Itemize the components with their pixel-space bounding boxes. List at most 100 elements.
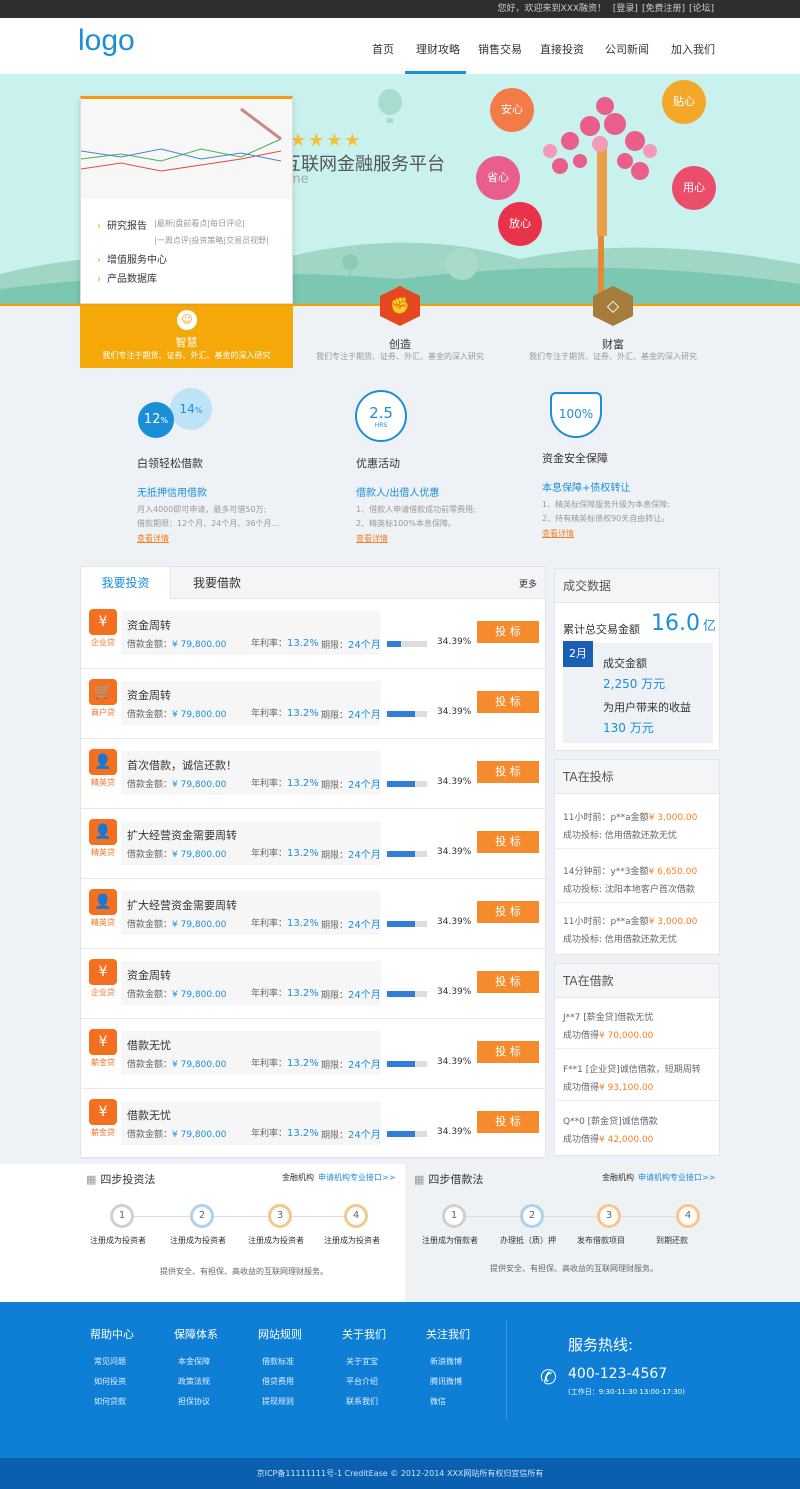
income-value: 130 万元: [603, 721, 654, 735]
invest-step-label: 注册成为投资者: [170, 1236, 226, 1245]
nav-direct-invest[interactable]: 直接投资: [540, 41, 584, 57]
progress-percent: 34.39%: [437, 847, 472, 857]
footer-link[interactable]: 提现规则: [262, 1396, 294, 1407]
loan-name[interactable]: 首次借款，诚信还款！: [127, 757, 237, 773]
borrow-steps-line: [454, 1216, 688, 1217]
footer-link[interactable]: 借款标准: [262, 1356, 294, 1367]
menu-research-report[interactable]: › 研究报告: [97, 217, 147, 232]
nav-finance-guide[interactable]: 理财攻略: [416, 41, 460, 57]
nav-join[interactable]: 加入我们: [671, 41, 715, 57]
footer-link[interactable]: 本金保障: [178, 1356, 210, 1367]
progress-bar: [387, 921, 427, 927]
loan-amount: 借款金额：¥ 79,800.00: [127, 1060, 227, 1070]
bid-button[interactable]: 投 标: [477, 901, 539, 923]
footer-link[interactable]: 担保协议: [178, 1396, 210, 1407]
product-subtitle[interactable]: 借款人/出借人优惠: [356, 484, 439, 499]
feature-desc: 我们专注于期货、证券、外汇、基金的深入研究: [102, 351, 271, 360]
loan-name[interactable]: 资金周转: [127, 617, 171, 633]
footer-link[interactable]: 新浪微博: [430, 1356, 462, 1367]
research-sub-links-2[interactable]: |一周点评|投资策略|交易员视野|: [154, 235, 269, 246]
bid-button[interactable]: 投 标: [477, 691, 539, 713]
clock-badge-icon: 2.5 HRS: [355, 390, 407, 442]
footer-link[interactable]: 借贷费用: [262, 1376, 294, 1387]
loan-rate: 年利率：13.2%: [251, 778, 319, 789]
invest-inst-link[interactable]: 金融机构 申请机构专业接口>>: [282, 1172, 395, 1183]
progress-percent: 34.39%: [437, 917, 472, 927]
forum-link[interactable]: [论坛]: [689, 4, 714, 14]
product-details-link[interactable]: 查看详情: [542, 528, 574, 539]
footer-link[interactable]: 政策法规: [178, 1376, 210, 1387]
menu-product-db[interactable]: › 产品数据库: [97, 270, 157, 285]
loan-row: 🛒 商户贷 资金周转 借款金额：¥ 79,800.00 年利率：13.2% 期限：24个月…: [81, 669, 545, 739]
loan-name[interactable]: 扩大经营资金需要周转: [127, 897, 237, 913]
greeting-text: 您好，欢迎来到XXX融资！: [497, 4, 607, 14]
loan-name[interactable]: 借款无忧: [127, 1037, 171, 1053]
research-sub-links-1[interactable]: |最新|盘前看点|每日评论|: [154, 218, 245, 229]
footer-col-title: 关注我们: [426, 1328, 470, 1341]
invest-tabs: 我要投资 我要借款 更多: [81, 567, 545, 599]
bid-button[interactable]: 投 标: [477, 831, 539, 853]
bid-button[interactable]: 投 标: [477, 1041, 539, 1063]
invest-step-2: 2: [190, 1204, 214, 1228]
footer-link[interactable]: 腾讯微博: [430, 1376, 462, 1387]
progress-percent: 34.39%: [437, 1057, 472, 1067]
footer-link[interactable]: 常见问题: [94, 1356, 126, 1367]
ta-invest-item-desc: 成功投标: 沈阳本地客户首次借款: [563, 885, 695, 895]
loan-term: 期限：24个月: [321, 990, 381, 1001]
person-icon: 👤 精英贷: [87, 889, 119, 931]
footer-link[interactable]: 微信: [430, 1396, 446, 1407]
head-icon: ☺: [177, 310, 197, 330]
footer-link[interactable]: 联系我们: [346, 1396, 378, 1407]
product-title: 白领轻松借款: [137, 457, 203, 470]
register-link[interactable]: [免费注册]: [642, 4, 685, 14]
loan-rate: 年利率：13.2%: [251, 708, 319, 719]
product-details-link[interactable]: 查看详情: [137, 533, 169, 544]
divider: [555, 1048, 719, 1049]
loan-name[interactable]: 资金周转: [127, 687, 171, 703]
tab-invest[interactable]: 我要投资: [81, 567, 171, 599]
invest-step-4: 4: [344, 1204, 368, 1228]
bid-button[interactable]: 投 标: [477, 971, 539, 993]
heart-yongxin: 用心: [672, 166, 716, 210]
footer-link[interactable]: 关于宜宝: [346, 1356, 378, 1367]
tab-borrow[interactable]: 我要借款: [177, 567, 257, 599]
footer-link[interactable]: 如何贷款: [94, 1396, 126, 1407]
loan-name[interactable]: 借款无忧: [127, 1107, 171, 1123]
nav-home[interactable]: 首页: [372, 41, 394, 57]
nav-sales[interactable]: 销售交易: [478, 41, 522, 57]
product-details-link[interactable]: 查看详情: [356, 533, 388, 544]
progress-bar: [387, 641, 427, 647]
ta-invest-panel: TA在投标 11小时前：p**a金额¥ 3,000.00 成功投标: 信用借款还…: [554, 759, 720, 955]
divider: [555, 1100, 719, 1101]
feature-wisdom[interactable]: ☺ 智慧 我们专注于期货、证券、外汇、基金的深入研究: [80, 306, 293, 368]
income-label: 为用户带来的收益: [603, 701, 691, 714]
menu-value-added[interactable]: › 增值服务中心: [97, 251, 167, 266]
borrow-steps-footnote: 提供安全、有担保、高收益的互联网理财服务。: [490, 1264, 658, 1273]
progress-percent: 34.39%: [437, 777, 472, 787]
loan-rate: 年利率：13.2%: [251, 1128, 319, 1139]
total-value: 16.0 亿: [651, 611, 716, 636]
ta-invest-item: 14分钟前：y**3金额¥ 6,650.00: [563, 867, 698, 877]
bid-button[interactable]: 投 标: [477, 1111, 539, 1133]
loan-name[interactable]: 扩大经营资金需要周转: [127, 827, 237, 843]
loan-row: 👤 精英贷 扩大经营资金需要周转 借款金额：¥ 79,800.00 年利率：13.2% 期…: [81, 879, 545, 949]
loan-name[interactable]: 资金周转: [127, 967, 171, 983]
footer-link[interactable]: 平台介绍: [346, 1376, 378, 1387]
phone-icon: ✆: [540, 1365, 557, 1389]
product-subtitle[interactable]: 本息保障+债权转让: [542, 479, 630, 494]
product-subtitle[interactable]: 无抵押信用借款: [137, 484, 207, 499]
borrow-inst-link[interactable]: 金融机构 申请机构专业接口>>: [602, 1172, 715, 1183]
amount-label: 成交金额: [603, 657, 647, 670]
ta-borrow-item: F**1 [企业贷]诚信借款，短期周转: [563, 1065, 701, 1075]
hotline-number[interactable]: 400-123-4567: [568, 1366, 667, 1382]
nav-news[interactable]: 公司新闻: [605, 41, 649, 57]
logo[interactable]: logo: [78, 24, 135, 58]
footer-link[interactable]: 如何投资: [94, 1376, 126, 1387]
bid-button[interactable]: 投 标: [477, 621, 539, 643]
product-desc: 1、精英标保障服务升级为本息保障; 2、持有精英标债权90天自由转让。: [542, 500, 670, 523]
more-link[interactable]: 更多: [519, 577, 537, 590]
person-icon: 👤 精英贷: [87, 819, 119, 861]
product-title: 优惠活动: [356, 457, 400, 470]
login-link[interactable]: [登录]: [613, 4, 638, 14]
bid-button[interactable]: 投 标: [477, 761, 539, 783]
